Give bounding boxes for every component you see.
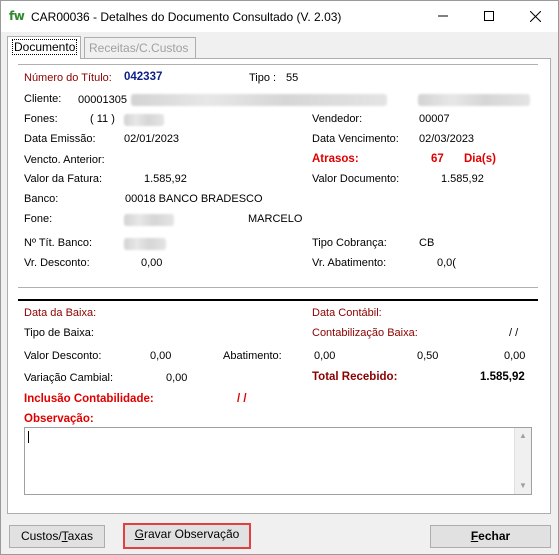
data-baixa-label: Data da Baixa:: [24, 307, 97, 319]
atrasos-unit: Dia(s): [464, 153, 496, 165]
abatimento-label: Abatimento:: [223, 350, 282, 362]
valor-documento-label: Valor Documento:: [312, 173, 400, 185]
tipo-cobranca-value: CB: [419, 237, 435, 249]
valor-fatura-value: 1.585,92: [144, 173, 187, 185]
vr-desconto-label: Vr. Desconto:: [24, 257, 90, 269]
minimize-button[interactable]: [420, 1, 466, 32]
fone-redacted: [124, 114, 164, 126]
maximize-button[interactable]: [466, 1, 512, 32]
total-recebido-label: Total Recebido:: [312, 371, 398, 383]
dialog-window: fw CAR00036 - Detalhes do Documento Cons…: [0, 0, 559, 555]
vendedor-value: 00007: [419, 113, 450, 125]
tab-receitas-custos[interactable]: Receitas/C.Custos: [84, 37, 196, 58]
vr-abatimento-value: 0,0(: [437, 257, 456, 269]
total-recebido-value: 1.585,92: [480, 371, 525, 383]
app-logo-icon: fw: [9, 9, 25, 23]
banco-value: 00018 BANCO BRADESCO: [125, 193, 263, 205]
tipo-baixa-label: Tipo de Baixa:: [24, 327, 94, 339]
abatimento-value-2: 0,50: [417, 350, 439, 362]
tipo-value: 55: [286, 72, 299, 84]
numero-titulo-value: 042337: [124, 71, 163, 83]
banco-label: Banco:: [24, 193, 59, 205]
variacao-cambial-value: 0,00: [166, 372, 188, 384]
variacao-cambial-label: Variação Cambial:: [24, 372, 114, 384]
button-label: Custos/: [20, 529, 62, 543]
gravar-observacao-button[interactable]: Gravar Observação: [123, 523, 251, 549]
cliente-doc-redacted: [418, 94, 530, 106]
data-vencimento-label: Data Vencimento:: [312, 133, 399, 145]
fone-label: Fone:: [24, 213, 53, 225]
valor-documento-value: 1.585,92: [441, 173, 484, 185]
vr-desconto-value: 0,00: [141, 257, 163, 269]
valor-desconto-value: 0,00: [150, 350, 172, 362]
section-divider: [18, 287, 538, 288]
data-emissao-label: Data Emissão:: [24, 133, 96, 145]
banco-fone-redacted: [124, 214, 174, 226]
title-bar[interactable]: fw CAR00036 - Detalhes do Documento Cons…: [1, 1, 558, 32]
maximize-icon: [484, 11, 494, 21]
top-divider: [18, 64, 538, 65]
close-icon: [529, 10, 541, 23]
scroll-down-arrow-icon[interactable]: ▼: [515, 478, 531, 494]
tab-documento[interactable]: Documento: [7, 36, 81, 59]
observacao-textarea[interactable]: ▲ ▼: [24, 427, 532, 495]
cliente-label: Cliente:: [24, 93, 62, 105]
custos-taxas-button[interactable]: Custos/Taxas: [9, 525, 105, 548]
scroll-up-arrow-icon[interactable]: ▲: [515, 428, 531, 444]
contabilizacao-label: Contabilização Baixa:: [312, 327, 418, 339]
text-caret: [28, 431, 29, 443]
window-title: CAR00036 - Detalhes do Documento Consult…: [31, 10, 342, 24]
inclusao-contabilidade-label: Inclusão Contabilidade:: [24, 393, 154, 405]
vencto-anterior-label: Vencto. Anterior:: [24, 154, 105, 166]
contato-value: MARCELO: [248, 213, 303, 225]
fones-label: Fones:: [24, 113, 58, 125]
cliente-codigo: 00001305: [78, 94, 127, 106]
baixa-divider: [18, 299, 538, 301]
button-label: echar: [478, 529, 511, 543]
valor-fatura-label: Valor da Fatura:: [24, 173, 103, 185]
tab-label: Receitas/C.Custos: [89, 41, 189, 55]
abatimento-value-3: 0,00: [504, 350, 526, 362]
nro-tit-banco-label: Nº Tít. Banco:: [24, 237, 93, 249]
vr-abatimento-label: Vr. Abatimento:: [312, 257, 387, 269]
button-label: ravar Observação: [143, 527, 240, 541]
fechar-button[interactable]: Fechar: [430, 525, 551, 548]
valor-desconto-label: Valor Desconto:: [24, 350, 102, 362]
abatimento-value: 0,00: [314, 350, 336, 362]
fones-ddd: ( 11 ): [90, 113, 115, 125]
cliente-name-redacted: [131, 94, 387, 106]
observacao-scrollbar[interactable]: ▲ ▼: [514, 428, 531, 494]
inclusao-contabilidade-value: / /: [237, 393, 247, 405]
close-button[interactable]: [512, 1, 558, 32]
button-label: axas: [67, 529, 94, 543]
vendedor-label: Vendedor:: [312, 113, 363, 125]
observacao-label: Observação:: [24, 413, 94, 425]
atrasos-value: 67: [431, 153, 444, 165]
nro-tit-banco-redacted: [124, 238, 166, 250]
numero-titulo-label: Número do Título:: [24, 72, 112, 84]
data-emissao-value: 02/01/2023: [124, 133, 180, 145]
documento-panel: Número do Título: 042337 Tipo : 55 Clien…: [7, 58, 551, 514]
tipo-cobranca-label: Tipo Cobrança:: [312, 237, 387, 249]
atrasos-label: Atrasos:: [312, 153, 359, 165]
tipo-label: Tipo :: [249, 72, 277, 84]
button-label-hotkey: G: [134, 527, 144, 541]
data-vencimento-value: 02/03/2023: [419, 133, 475, 145]
data-contabil-label: Data Contábil:: [312, 307, 382, 319]
tab-label: Documento: [12, 39, 78, 55]
minimize-icon: [438, 15, 448, 17]
contabilizacao-value: / /: [509, 327, 519, 339]
